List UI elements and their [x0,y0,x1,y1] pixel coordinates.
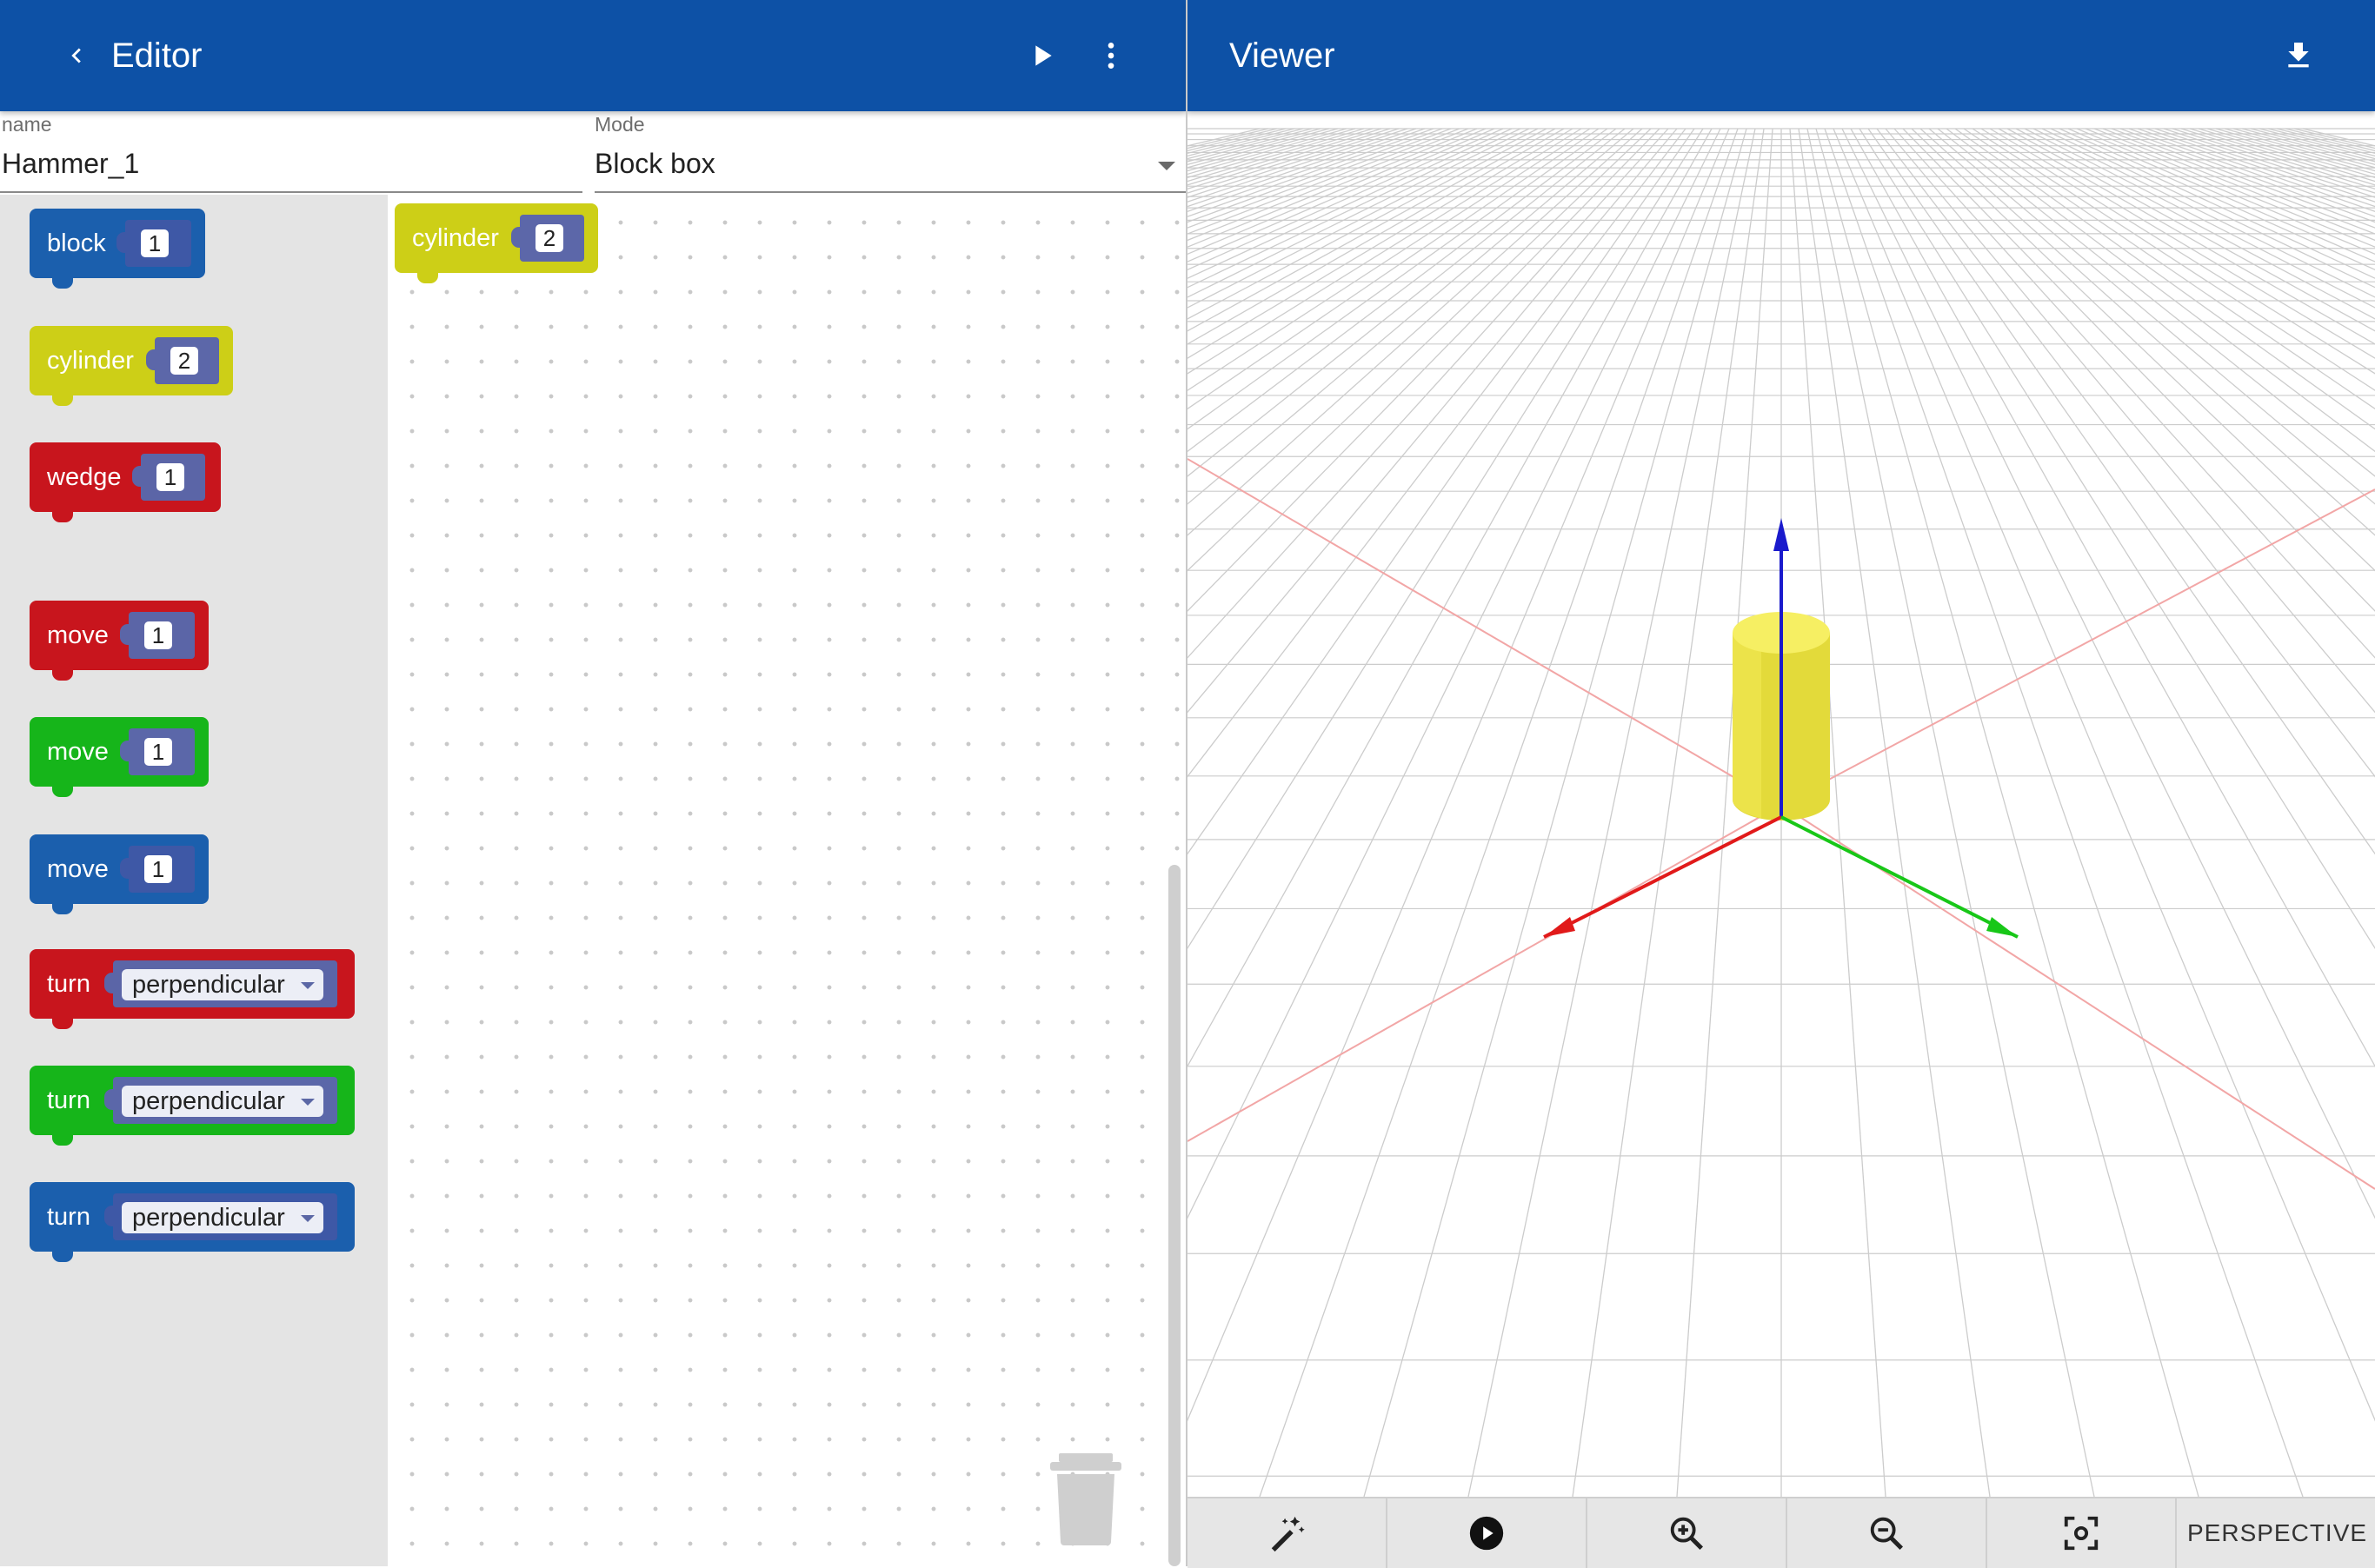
dropdown-value: perpendicular [132,971,285,999]
block-label: wedge [47,462,122,491]
camera-mode-value: PERSPECTIVE [2187,1519,2368,1546]
number-slot: 1 [132,454,205,501]
number-slot: 1 [120,728,195,775]
dropdown-slot: perpendicular [104,1077,337,1124]
palette-block-move[interactable]: move 1 [30,717,209,797]
dropdown-arrow-icon[interactable] [1156,160,1177,172]
block-label: cylinder [412,223,499,252]
number-value[interactable]: 1 [144,738,172,766]
palette-block-move[interactable]: move 1 [30,601,209,681]
name-label: name [2,113,52,136]
magic-wand-icon [1271,1516,1305,1552]
x-axis [1543,815,1782,939]
workspace-block-cylinder[interactable]: cylinder 2 [395,203,598,283]
workspace-scrollbar[interactable] [1168,865,1181,1566]
animate-button[interactable] [1387,1498,1587,1568]
pane-divider[interactable] [1186,0,1188,1566]
chevron-left-icon [71,48,81,63]
palette-block-wedge[interactable]: wedge 1 [30,442,221,522]
block-label: move [47,854,109,883]
editor-app-bar: Editor [0,0,1186,111]
play-circle-icon [1469,1516,1504,1551]
dropdown-arrow-icon [301,1099,315,1106]
direction-dropdown[interactable]: perpendicular [122,969,323,1000]
scene-3d[interactable] [0,111,2375,1498]
dropdown-arrow-icon [301,1215,315,1222]
more-vert-icon [1108,43,1114,69]
dropdown-value: perpendicular [132,1204,285,1232]
palette-block-turn[interactable]: turn perpendicular [30,1066,355,1146]
number-value[interactable]: 2 [536,224,563,252]
y-axis [1780,815,2019,939]
palette-block-move[interactable]: move 1 [30,834,209,914]
center-view-button[interactable] [1987,1498,2177,1568]
viewer-canvas[interactable] [0,111,2375,1498]
block-palette: block 1 cylinder 2 wedge 1 move 1 move 1… [0,195,388,1566]
number-value[interactable]: 2 [170,347,198,375]
viewer-toolbar: PERSPECTIVE [1188,1497,2375,1568]
block-label: turn [47,969,90,998]
zoom-in-button[interactable] [1587,1498,1787,1568]
number-slot: 2 [146,337,219,384]
number-value[interactable]: 1 [144,855,172,883]
mode-value[interactable]: Block box [595,148,715,180]
mode-label: Mode [595,113,645,136]
number-slot: 1 [116,220,191,267]
download-icon [2288,43,2309,68]
number-value[interactable]: 1 [156,463,184,491]
palette-block-turn[interactable]: turn perpendicular [30,949,355,1029]
name-input[interactable]: Hammer_1 [2,148,139,180]
auto-fit-button[interactable] [1188,1498,1387,1568]
zoom-out-icon [1870,1517,1904,1551]
viewer-app-bar: Viewer [1188,0,2375,111]
back-button[interactable] [35,0,118,111]
number-value[interactable]: 1 [141,229,169,257]
download-button[interactable] [2257,0,2340,111]
more-menu-button[interactable] [1069,0,1153,111]
block-label: cylinder [47,346,134,375]
mode-underline [595,191,1186,193]
y-axis-arrow [1986,917,2018,937]
zoom-out-button[interactable] [1787,1498,1987,1568]
editor-title: Editor [111,37,203,75]
camera-mode-select[interactable]: PERSPECTIVE [2177,1498,2375,1568]
number-value[interactable]: 1 [144,621,172,649]
x-axis-arrow [1544,917,1575,937]
zoom-in-icon [1670,1517,1704,1551]
dropdown-value: perpendicular [132,1087,285,1115]
dropdown-arrow-icon [301,982,315,989]
palette-block-turn[interactable]: turn perpendicular [30,1182,355,1262]
focus-icon [2064,1516,2099,1551]
play-icon [1035,45,1052,66]
direction-dropdown[interactable]: perpendicular [122,1202,323,1233]
axis-y-guide [1780,488,2375,806]
dropdown-slot: perpendicular [104,960,337,1007]
block-label: turn [47,1086,90,1114]
block-label: turn [47,1202,90,1231]
trash-can-icon[interactable] [1048,1446,1123,1545]
name-underline [0,191,582,193]
palette-block-cylinder[interactable]: cylinder 2 [30,326,233,406]
dropdown-slot: perpendicular [104,1193,337,1240]
block-label: block [47,229,106,257]
palette-block-block[interactable]: block 1 [30,209,205,289]
axis-x-guide [1187,458,1782,806]
block-label: move [47,621,109,649]
number-slot: 1 [120,846,195,893]
number-slot: 2 [511,215,584,262]
direction-dropdown[interactable]: perpendicular [122,1086,323,1117]
block-label: move [47,737,109,766]
number-slot: 1 [120,612,195,659]
block-workspace[interactable]: cylinder 2 [388,195,1186,1566]
viewer-title: Viewer [1229,37,1335,75]
